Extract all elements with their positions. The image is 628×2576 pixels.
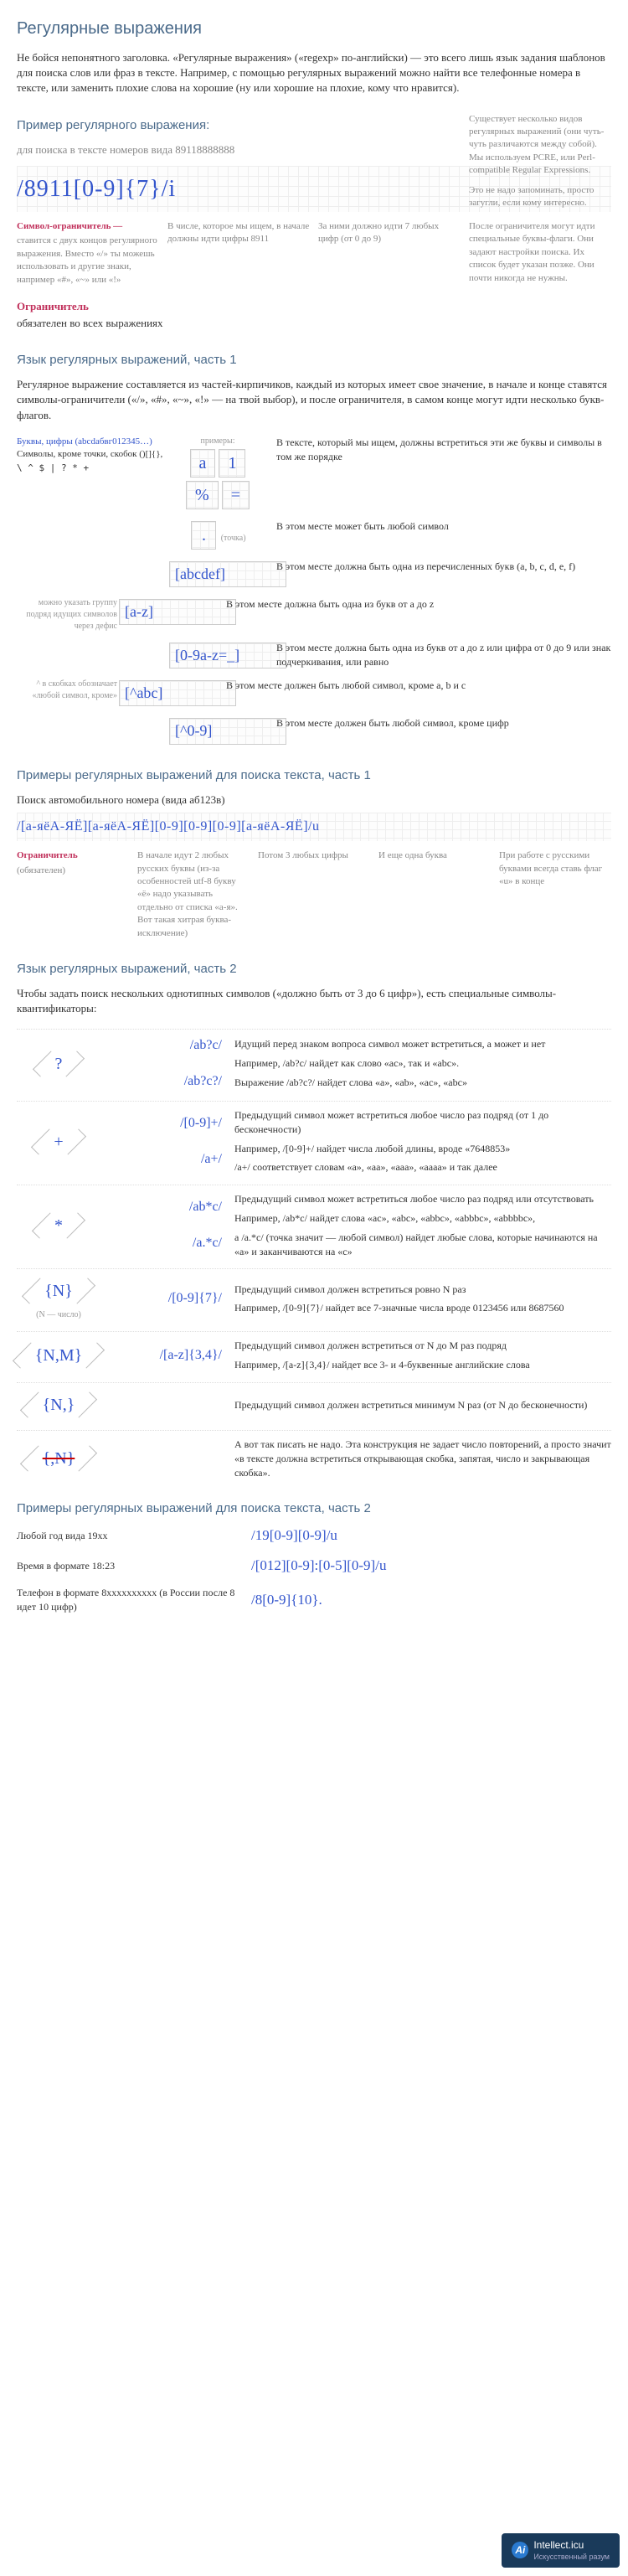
section-2-heading: Язык регулярных выражений, часть 1 [17,351,611,369]
brand-logo-icon: Ai [512,2542,528,2558]
page-title: Регулярные выражения [17,17,611,40]
lang-row-mixed: [0-9a-z=_] В этом месте должна быть одна… [17,641,611,670]
side-note: Существует несколько видов регулярных вы… [469,113,611,217]
quantifier-row: {,N}А вот так писать не надо. Эта констр… [17,1430,611,1479]
section-5-heading: Примеры регулярных выражений для поиска … [17,1500,611,1517]
lang-row-negate: ^ в скобках обозначает «любой символ, кр… [17,679,611,708]
section-4-heading: Язык регулярных выражений, часть 2 [17,960,611,978]
quantifier-row: {N}(N — число)/[0-9]{7}/Предыдущий симво… [17,1268,611,1321]
intro-text: Не бойся непонятного заголовка. «Регуляр… [17,50,611,96]
regex-annotations: Символ-ограничитель —ставится с двух кон… [17,220,611,287]
carplate-regex: /[а-яёА-ЯЁ][а-яёА-ЯЁ][0-9][0-9][0-9][а-я… [17,813,611,841]
quantifier-row: {N,M}/[a-z]{3,4}/Предыдущий символ долже… [17,1331,611,1372]
section-2-intro: Регулярное выражение составляется из час… [17,377,611,423]
brand-badge[interactable]: Ai Intellect.icuИскусственный разум [502,2533,620,2568]
lang-row-range: можно указать группу подряд идущих симво… [17,597,611,632]
lang-row-charset: [abcdef] В этом месте должна быть одна и… [17,560,611,589]
lang-row-dot: . (точка) В этом месте может быть любой … [17,519,611,551]
example-row: Время в формате 18:23/[012][0-9]:[0-5][0… [17,1556,611,1576]
quantifier-row: */ab*c//a.*c/Предыдущий символ может вст… [17,1185,611,1258]
quantifier-row: ?/ab?c//ab?c?/Идущий перед знаком вопрос… [17,1029,611,1091]
lang-row-negate-digits: [^0-9] В этом месте должен быть любой си… [17,716,611,746]
section-3-heading: Примеры регулярных выражений для поиска … [17,767,611,784]
delimiter-note: Ограничитель обязателен во всех выражени… [17,299,611,331]
carplate-subtitle: Поиск автомобильного номера (вида аб123в… [17,792,611,808]
quantifier-row: {N,}Предыдущий символ должен встретиться… [17,1382,611,1420]
example-row: Телефон в формате 8xxxxxxxxxx (в России … [17,1586,611,1614]
example-row: Любой год вида 19xx/19[0-9][0-9]/u [17,1525,611,1546]
lang-row-literals: Буквы, цифры (abcdабвг012345…) Символы, … [17,436,611,511]
section-4-intro: Чтобы задать поиск нескольких однотипных… [17,986,611,1016]
carplate-annotations: Ограничитель(обязателен) В начале идут 2… [17,849,611,940]
quantifier-row: +/[0-9]+//a+/Предыдущий символ может вст… [17,1101,611,1174]
